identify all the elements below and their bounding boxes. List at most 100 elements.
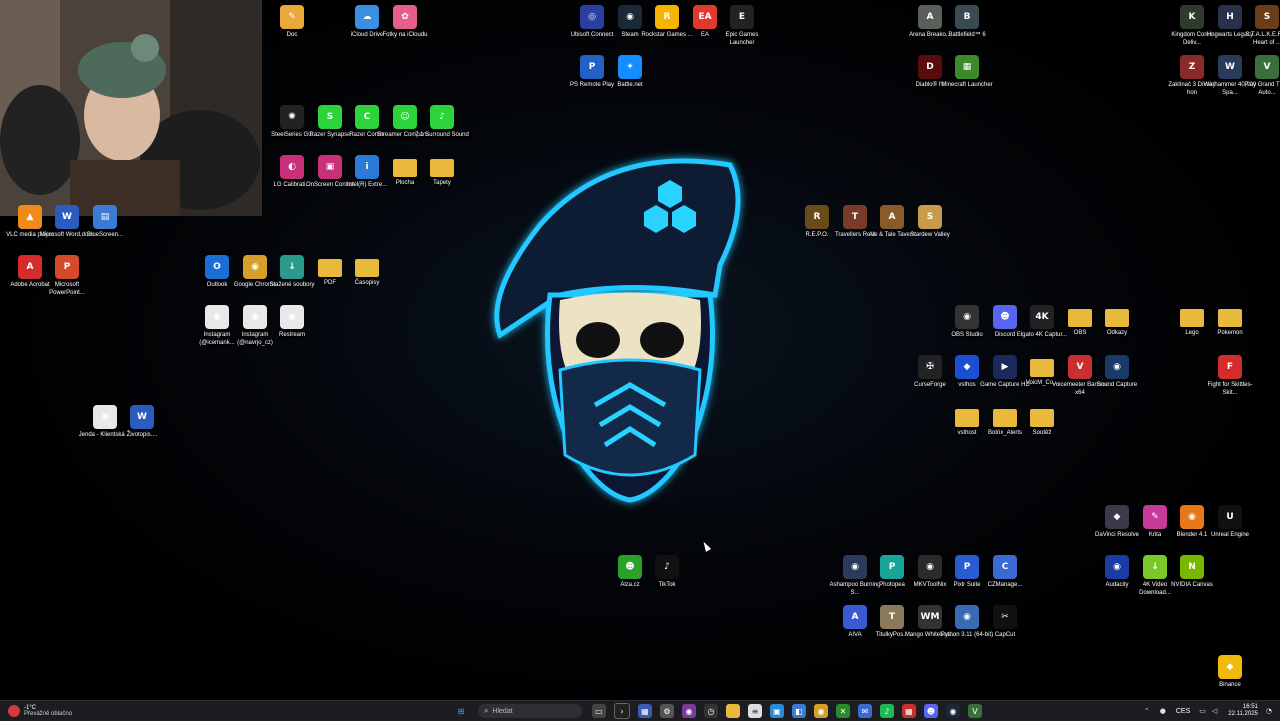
pixlr-icon: P [955,555,979,579]
desktop-icon-label: Restream [278,332,305,338]
word-icon: W [55,205,79,229]
instagram-navrjo-icon: ◉ [243,305,267,329]
czmanager-icon: C [993,555,1017,579]
clock-date: 22.11.2025 [1228,711,1258,717]
botrix-alerts-icon [993,409,1017,427]
desktop-icon-stardew[interactable]: S Stardew Valley [906,205,954,240]
desktop-icon-label: Odkazy [1106,330,1128,336]
desktop-icon-unreal[interactable]: U Unreal Engine [1206,505,1254,540]
desktop-icon-nvidia-canvas[interactable]: N NVIDIA Canvas [1168,555,1216,590]
unreal-icon: U [1218,505,1242,529]
desktop-icon-czmanager[interactable]: C CZManage... [981,555,1029,590]
desktop-icon-zivotopis[interactable]: W Životopis.... [118,405,166,440]
vsthos-icon: ◆ [955,355,979,379]
desktop-icon-label: Doc [286,32,298,38]
file-explorer-icon[interactable] [725,704,740,718]
desktop-icon-odkazy[interactable]: Odkazy [1093,305,1141,338]
zaklinac3-icon: Z [1180,55,1204,79]
desktop-icon-surround-sound[interactable]: ♪ 7.1 Surround Sound [415,105,469,140]
search-icon: ⌕ [483,706,489,715]
network-icon[interactable]: ▭ [1199,707,1206,715]
tapety-icon [430,159,454,177]
nvidia-canvas-icon: N [1180,555,1204,579]
desktop-icon-label: TikTok [658,582,676,588]
obs-icon[interactable]: ◉ [681,704,696,718]
binance-icon: ◆ [1218,655,1242,679]
microphone-icon[interactable]: ● [1160,707,1166,715]
store-icon[interactable]: ◧ [791,704,806,718]
gta-icon[interactable]: V [967,704,982,718]
desktop-icon-fight-skittles[interactable]: F Fight for Skittles-Skit... [1206,355,1254,397]
desktop-icon-bluescreen[interactable]: ▤ BlueScreen... [81,205,129,240]
streamdeck-icon[interactable]: ▦ [901,704,916,718]
battlenet-icon: ✦ [618,55,642,79]
instagram-icemank-icon: ◉ [205,305,229,329]
ea-icon: EA [693,5,717,29]
video-downloader-icon: ↓ [1143,555,1167,579]
surround-sound-icon: ♪ [430,105,454,129]
zivotopis-icon: W [130,405,154,429]
desktop-icon-capcut[interactable]: ✂ CapCut [981,605,1029,640]
desktop-icon-gta5[interactable]: V Play Grand Theft Auto... [1243,55,1280,97]
discord-icon[interactable]: ☻ [923,704,938,718]
chrome-icon[interactable]: ◉ [813,704,828,718]
restream-icon: ◉ [280,305,304,329]
desktop-icon-casopisy[interactable]: Časopisy [343,255,391,288]
terminal-icon[interactable]: › [613,703,630,719]
desktop-icon-pokemon[interactable]: Pokemon [1206,305,1254,338]
desktop-icon-label: Battle.net [617,82,643,88]
search-box[interactable]: ⌕ Hledat [477,704,582,718]
start-button[interactable]: ⊞ [454,704,468,718]
desktop-icon-powerpoint[interactable]: P Microsoft PowerPoint... [43,255,91,297]
razer-cortex-icon: C [355,105,379,129]
steam-icon: ◉ [618,5,642,29]
mkvtoolnix-icon: ◉ [918,555,942,579]
desktop-icon-epic[interactable]: E Epic Games Launcher [718,5,766,47]
voicem-co-icon [1030,359,1054,377]
lg-calibration-icon: ◐ [280,155,304,179]
battlefield6-icon: B [955,5,979,29]
desktop-icon-doc[interactable]: ✎ Doc [268,5,316,40]
elgato4k-icon: 4K [1030,305,1054,329]
pdf-icon [318,259,342,277]
weather-widget[interactable]: -1°C Převážně oblačno [8,705,88,717]
language-indicator[interactable]: CES [1176,708,1190,715]
notepad-icon[interactable]: ≡ [747,704,762,718]
clock-app-icon[interactable]: ◷ [703,704,718,718]
desktop-icon-tiktok[interactable]: ♪ TikTok [643,555,691,590]
titulky-icon: T [880,605,904,629]
clock[interactable]: 16:51 22.11.2025 [1228,704,1258,718]
messenger-icon[interactable]: ✉ [857,704,872,718]
steelseries-icon: ✺ [280,105,304,129]
casopisy-icon [355,259,379,277]
desktop-icon-label: 7.1 Surround Sound [415,132,469,138]
volume-icon[interactable]: ◁ [1212,707,1217,715]
settings-icon[interactable]: ⚙ [659,704,674,718]
desktop-icon-binance[interactable]: ◆ Binance [1206,655,1254,690]
desktop-icon-label: Fotky na iCloudu [382,32,428,38]
desktop-icon-restream[interactable]: ◉ Restream [268,305,316,340]
ashampoo-icon: ◉ [843,555,867,579]
steam-icon[interactable]: ◉ [945,704,960,718]
desktop-icon-battlefield6[interactable]: B Battlefield™ 6 [943,5,991,40]
desktop-icon-label: Microsoft PowerPoint... [49,282,85,296]
spotify-icon[interactable]: ♪ [879,704,894,718]
ale-tale-icon: A [880,205,904,229]
desktop-icon-soutez[interactable]: Soutěž [1018,405,1066,438]
outlook-icon: O [205,255,229,279]
calculator-icon[interactable]: ▦ [637,704,652,718]
desktop-icon-tapety[interactable]: Tapety [418,155,466,188]
clock-time: 16:51 [1242,704,1258,710]
streamer-companion-icon: ☺ [393,105,417,129]
desktop-icon-sound-capture[interactable]: ◉ Sound Capture [1093,355,1141,390]
weather-icon [8,705,20,717]
chevron-up-icon[interactable]: ⌃ [1144,707,1150,715]
photos-icon[interactable]: ▣ [769,704,784,718]
desktop-icon-stalker2[interactable]: S S.T.A.L.K.E.R. 2 Heart of ... [1243,5,1280,47]
desktop-icon-minecraft[interactable]: ▦ Minecraft Launcher [941,55,993,90]
task-view-icon[interactable]: ▭ [591,704,606,718]
desktop-icon-battlenet[interactable]: ✦ Battle.net [606,55,654,90]
desktop-icon-icloud-photos[interactable]: ✿ Fotky na iCloudu [381,5,429,40]
xbox-icon[interactable]: ✕ [835,704,850,718]
notification-bell-icon[interactable]: ◔ [1266,707,1272,715]
